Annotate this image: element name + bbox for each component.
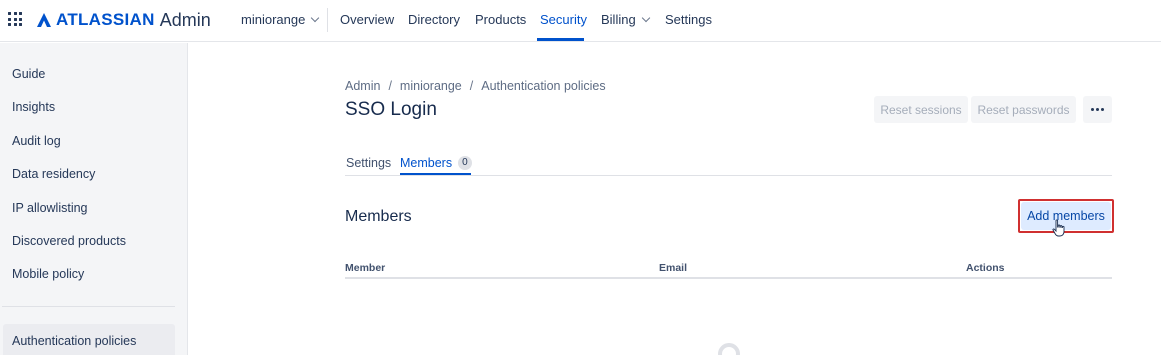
nav-security[interactable]: Security	[540, 12, 587, 27]
sidebar-item-ip-allowlisting[interactable]: IP allowlisting	[12, 201, 88, 215]
sidebar-item-authentication-policies[interactable]: Authentication policies	[12, 334, 136, 348]
brand-name: ATLASSIAN	[56, 10, 155, 29]
members-count-badge: 0	[458, 156, 472, 170]
sidebar: Guide Insights Audit log Data residency …	[0, 43, 188, 355]
sidebar-item-data-residency[interactable]: Data residency	[12, 167, 95, 181]
tab-settings[interactable]: Settings	[346, 156, 391, 170]
nav-billing[interactable]: Billing	[601, 12, 650, 27]
tab-active-indicator	[400, 173, 471, 175]
sidebar-divider	[2, 306, 175, 307]
loading-spinner-icon	[718, 343, 740, 355]
sidebar-item-discovered-products[interactable]: Discovered products	[12, 234, 126, 248]
sidebar-item-audit-log[interactable]: Audit log	[12, 134, 61, 148]
sidebar-item-guide[interactable]: Guide	[12, 67, 45, 81]
tabs-divider	[345, 175, 1112, 176]
reset-passwords-button[interactable]: Reset passwords	[971, 96, 1076, 123]
top-navigation: ATLASSIAN Admin miniorange Overview Dire…	[0, 0, 1161, 42]
breadcrumb-org[interactable]: miniorange	[400, 79, 462, 93]
hand-cursor-icon	[1052, 219, 1065, 237]
app-switcher-icon[interactable]	[8, 12, 22, 26]
nav-products[interactable]: Products	[475, 12, 526, 27]
column-header-email[interactable]: Email	[659, 262, 687, 274]
chevron-down-icon	[311, 13, 320, 22]
reset-sessions-button[interactable]: Reset sessions	[874, 96, 968, 123]
breadcrumb-separator: /	[388, 79, 392, 93]
product-name: Admin	[159, 9, 211, 30]
atlassian-admin-logo[interactable]: ATLASSIAN Admin	[36, 9, 211, 31]
breadcrumb-admin[interactable]: Admin	[345, 79, 380, 93]
nav-directory[interactable]: Directory	[408, 12, 460, 27]
chevron-down-icon	[641, 13, 650, 22]
sidebar-item-mobile-policy[interactable]: Mobile policy	[12, 267, 84, 281]
nav-overview[interactable]: Overview	[340, 12, 394, 27]
breadcrumb-separator: /	[469, 79, 474, 93]
members-section-title: Members	[345, 208, 412, 225]
sidebar-item-insights[interactable]: Insights	[12, 100, 55, 114]
org-selector[interactable]: miniorange	[241, 12, 320, 27]
table-header-divider	[345, 277, 1112, 279]
atlassian-logo-icon	[37, 13, 51, 27]
org-selector-label: miniorange	[241, 12, 306, 27]
column-header-actions: Actions	[966, 262, 1005, 274]
more-icon[interactable]	[1083, 96, 1112, 123]
breadcrumb: Admin / miniorange / Authentication poli…	[345, 79, 606, 93]
page-title: SSO Login	[345, 99, 437, 120]
tab-members[interactable]: Members 0	[400, 156, 472, 170]
nav-settings[interactable]: Settings	[665, 12, 712, 27]
breadcrumb-authentication-policies[interactable]: Authentication policies	[481, 79, 605, 93]
nav-active-indicator	[537, 38, 584, 41]
nav-divider	[327, 8, 328, 32]
column-header-member[interactable]: Member	[345, 262, 385, 274]
add-members-button[interactable]: Add members	[1021, 202, 1111, 230]
